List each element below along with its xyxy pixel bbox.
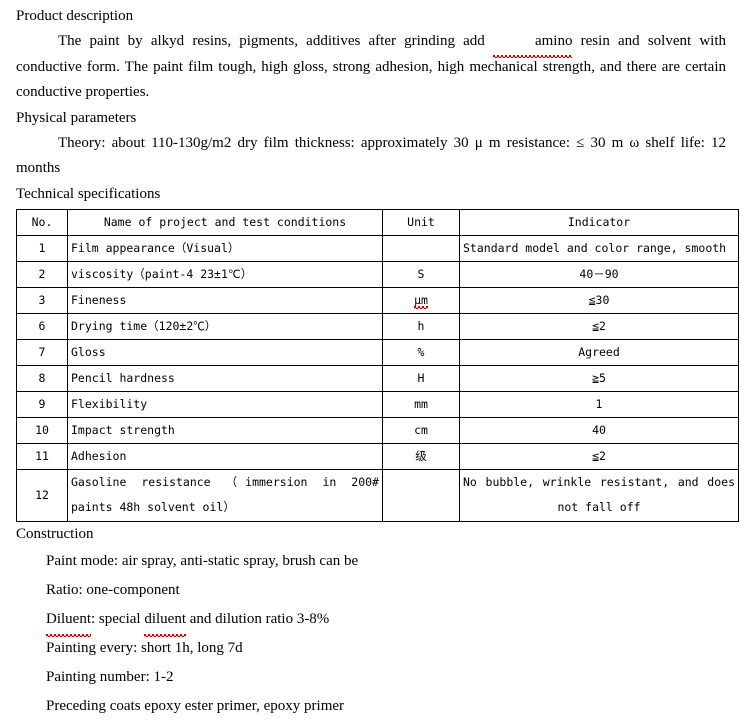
cell-indicator: ≧5 [459,364,739,392]
product-description-paragraph: The paint by alkyd resins, pigments, add… [16,29,726,106]
cell-unit: H [382,364,460,392]
cell-name: Impact strength [67,416,383,444]
cell-indicator: ≦2 [459,312,739,340]
construction-line-preceding-coats: Preceding coats epoxy ester primer, epox… [46,697,345,714]
cell-indicator: Standard model and color range, smooth [459,234,739,262]
cell-name: Drying time（120±2℃） [67,312,383,340]
cell-unit [382,468,460,522]
table-row: 11 Adhesion 级 ≦2 [16,442,739,470]
misspelled-word-diluent-capital: Diluent [46,605,91,637]
cell-name: Film appearance（Visual） [67,234,383,262]
column-header-no: No. [16,208,68,236]
table-row: 3 Fineness μm ≦30 [16,286,739,314]
table-row: 12 Gasoline resistance （immersion in 200… [16,468,739,522]
cell-name-line-2: paints 48h solvent oil） [71,500,235,514]
technical-specifications-table: No. Name of project and test conditions … [16,208,739,522]
table-row: 10 Impact strength cm 40 [16,416,739,444]
table-row: 2 viscosity（paint-4 23±1℃） S 40－90 [16,260,739,288]
misspelled-word-amino: amino [492,29,572,57]
product-description-text-part1: The paint by alkyd resins, pigments, add… [58,33,493,49]
cell-indicator-line-2: not fall off [557,500,641,514]
cell-indicator: No bubble, wrinkle resistant, and does n… [459,468,739,522]
cell-no: 12 [16,468,68,522]
cell-name-line-1: Gasoline resistance （immersion in 200# [71,475,379,489]
cell-no: 7 [16,338,68,366]
cell-unit: S [382,260,460,288]
technical-specifications-table-wrapper: No. Name of project and test conditions … [16,208,739,522]
cell-no: 11 [16,442,68,470]
construction-line-painting-number: Painting number: 1-2 [46,668,174,685]
table-row: 8 Pencil hardness H ≧5 [16,364,739,392]
misspelled-unit-micrometer: μm [414,293,428,309]
cell-no: 1 [16,234,68,262]
cell-name: Flexibility [67,390,383,418]
physical-parameters-heading: Physical parameters [16,109,137,126]
column-header-indicator: Indicator [459,208,739,236]
table-row: 9 Flexibility mm 1 [16,390,739,418]
cell-no: 6 [16,312,68,340]
cell-unit: cm [382,416,460,444]
cell-indicator: 1 [459,390,739,418]
cell-name: Fineness [67,286,383,314]
construction-heading: Construction [16,525,94,542]
cell-unit [382,234,460,262]
cell-no: 3 [16,286,68,314]
cell-unit: μm [382,286,460,314]
construction-line-painting-every: Painting every: short 1h, long 7d [46,639,243,656]
cell-unit: % [382,338,460,366]
cell-indicator-line-1: No bubble, wrinkle resistant, and does [463,475,735,489]
cell-no: 10 [16,416,68,444]
product-description-heading: Product description [16,8,134,24]
table-header: No. Name of project and test conditions … [16,208,739,236]
cell-unit: h [382,312,460,340]
cell-unit: 级 [382,442,460,470]
construction-line-paint-mode: Paint mode: air spray, anti-static spray… [46,552,359,569]
cell-name: Gloss [67,338,383,366]
construction-line-diluent: Diluent: special diluent and dilution ra… [16,605,726,637]
misspelled-word-diluent: diluent [144,605,186,637]
cell-indicator: ≦2 [459,442,739,470]
cell-unit: mm [382,390,460,418]
cell-name: Pencil hardness [67,364,383,392]
cell-indicator: 40 [459,416,739,444]
cell-indicator: ≦30 [459,286,739,314]
cell-indicator: 40－90 [459,260,739,288]
table-header-row: No. Name of project and test conditions … [16,208,739,236]
table-row: 1 Film appearance（Visual） Standard model… [16,234,739,262]
technical-specifications-heading: Technical specifications [16,185,161,202]
cell-name: Adhesion [67,442,383,470]
column-header-unit: Unit [382,208,460,236]
table-body: 1 Film appearance（Visual） Standard model… [16,234,739,522]
table-row: 7 Gloss % Agreed [16,338,739,366]
document-page: Product description The paint by alkyd r… [0,0,742,714]
column-header-name: Name of project and test conditions [67,208,383,236]
cell-indicator: Agreed [459,338,739,366]
cell-name: Gasoline resistance （immersion in 200# p… [67,468,383,522]
cell-no: 2 [16,260,68,288]
cell-no: 9 [16,390,68,418]
cell-name: viscosity（paint-4 23±1℃） [67,260,383,288]
cell-no: 8 [16,364,68,392]
construction-line-ratio: Ratio: one-component [46,581,180,598]
table-row: 6 Drying time（120±2℃） h ≦2 [16,312,739,340]
physical-parameters-paragraph: Theory: about 110-130g/m2 dry film thick… [16,134,726,177]
